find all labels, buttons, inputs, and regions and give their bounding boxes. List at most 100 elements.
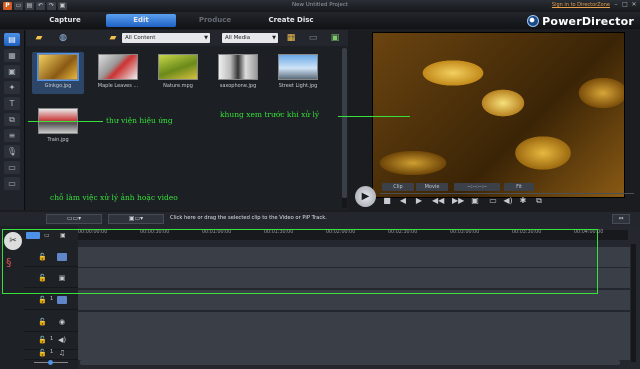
track-number: 1	[50, 296, 54, 302]
media-label: saxophone.jpg	[219, 83, 257, 89]
import-folder-icon[interactable]: ▰	[32, 33, 46, 43]
track-number: 1	[50, 336, 54, 342]
timeline-toolbar: ▭▭▾ ▣▭▾ Click here or drag the selected …	[0, 212, 640, 226]
timeline-horizontal-scrollbar[interactable]	[80, 360, 620, 365]
music-track: 🔓 1 ♫	[24, 346, 630, 360]
preview-video	[372, 32, 625, 198]
media-filter-dropdown[interactable]: All Media ▼	[222, 33, 278, 43]
media-room-button[interactable]: ▤	[4, 33, 20, 46]
media-thumbnail	[37, 53, 79, 81]
media-item[interactable]: Street Light.jpg	[272, 54, 324, 89]
fit-dropdown[interactable]: Fit	[504, 183, 534, 191]
fast-forward-icon[interactable]: ▶▶	[452, 196, 464, 206]
tab-produce[interactable]: Produce	[180, 14, 250, 27]
annotation-line	[338, 116, 410, 117]
next-frame-icon[interactable]: ▶	[414, 196, 424, 206]
effect-track-icon: ◉	[58, 318, 66, 326]
chevron-down-icon: ▼	[204, 35, 208, 41]
settings-icon[interactable]: ✱	[518, 196, 528, 206]
chevron-down-icon: ▼	[272, 35, 276, 41]
library-scrollbar[interactable]	[342, 48, 347, 208]
media-item[interactable]: Ginkgo.jpg	[32, 52, 84, 94]
sort-icon[interactable]: ▭	[306, 33, 320, 43]
seek-bar[interactable]	[380, 193, 634, 194]
brand-name: PowerDirector	[542, 14, 634, 28]
transition-room-button[interactable]: ⧉	[4, 113, 20, 126]
media-filter-value: All Media	[225, 35, 251, 41]
maximize-button[interactable]: □	[621, 1, 629, 9]
play-button[interactable]: ▶	[355, 186, 376, 207]
brand: PowerDirector	[527, 14, 634, 28]
minimize-button[interactable]: –	[612, 1, 620, 9]
voice-over-button[interactable]: 🎙	[4, 145, 20, 158]
stop-icon[interactable]: ■	[382, 196, 392, 206]
clip-mode-button[interactable]: Clip	[382, 183, 414, 191]
previous-frame-icon[interactable]: ◀	[398, 196, 408, 206]
tab-capture[interactable]: Capture	[30, 14, 100, 27]
media-item[interactable]: Nature.mpg	[152, 54, 204, 89]
brand-logo-icon	[527, 15, 540, 27]
timecode-display[interactable]: --:--:--:--	[454, 183, 500, 191]
undock-icon[interactable]: ⧉	[534, 196, 544, 206]
workarea-highlight	[2, 229, 598, 294]
media-label: Nature.mpg	[163, 83, 193, 89]
subtitle-room-button[interactable]: ▭	[4, 177, 20, 190]
chapter-room-button[interactable]: ▭	[4, 161, 20, 174]
lock-icon[interactable]: 🔓	[38, 318, 47, 326]
mode-bar: Capture Edit Produce Create Disc PowerDi…	[0, 12, 640, 29]
title-bar: P ▭ ▤ ↶ ↷ ▣ New Untitled Project Sign in…	[0, 0, 640, 12]
rewind-icon[interactable]: ◀◀	[432, 196, 444, 206]
fit-timeline-button[interactable]: ⇔	[612, 214, 630, 224]
voice-track-icon: ◀)	[57, 336, 67, 344]
lock-icon[interactable]: 🔓	[38, 296, 47, 304]
snapshot-icon[interactable]: ▣	[470, 196, 480, 206]
pip-track-icon	[57, 296, 67, 304]
movie-mode-button[interactable]: Movie	[416, 183, 448, 191]
fx-room-button[interactable]: ▦	[4, 49, 20, 62]
lock-icon[interactable]: 🔓	[38, 349, 47, 357]
timeline-view-button[interactable]: ▭▭▾	[46, 214, 102, 224]
close-button[interactable]: ✕	[630, 1, 638, 9]
signin-link[interactable]: Sign in to DirectorZone	[552, 2, 610, 8]
library-toolbar: ▰ ◍ ▰ All Content ▼ All Media ▼ ▦ ▭ ▣	[26, 30, 348, 46]
timeline-hint: Click here or drag the selected clip to …	[170, 215, 327, 221]
particle-room-button[interactable]: ✦	[4, 81, 20, 94]
content-filter-dropdown[interactable]: All Content ▼	[122, 33, 210, 43]
window-title: New Untitled Project	[291, 2, 349, 8]
view-grid-icon[interactable]: ▦	[284, 33, 298, 43]
title-room-button[interactable]: T	[4, 97, 20, 110]
media-thumbnail	[158, 54, 198, 80]
effect-track: 🔓 ◉	[24, 312, 630, 332]
tab-create-disc[interactable]: Create Disc	[256, 14, 326, 27]
zoom-slider[interactable]	[30, 360, 70, 365]
monitor-icon[interactable]: ▭	[488, 196, 498, 206]
lock-icon[interactable]: 🔓	[38, 336, 47, 344]
music-track-icon: ♫	[58, 349, 66, 357]
media-item[interactable]: Train.jpg	[32, 108, 84, 143]
media-library: ▰ ◍ ▰ All Content ▼ All Media ▼ ▦ ▭ ▣ Gink…	[26, 30, 348, 210]
download-icon[interactable]: ▣	[328, 33, 342, 43]
tab-edit[interactable]: Edit	[106, 14, 176, 27]
timeline-vertical-scrollbar[interactable]	[631, 244, 636, 362]
track-body[interactable]	[78, 312, 630, 332]
media-label: Street Light.jpg	[278, 83, 318, 89]
audio-mixing-button[interactable]: ≡	[4, 129, 20, 142]
globe-icon[interactable]: ◍	[56, 33, 70, 43]
workarea-annotation: chỗ làm việc xử lý ảnh hoặc video	[50, 193, 178, 202]
library-annotation: thư viện hiệu ứng	[106, 116, 173, 125]
volume-icon[interactable]: ◀)	[503, 196, 513, 206]
content-filter-value: All Content	[125, 35, 156, 41]
media-item[interactable]: Maple Leaves ...	[92, 54, 144, 89]
filter-folder-icon[interactable]: ▰	[106, 33, 120, 43]
track-number: 1	[50, 349, 54, 355]
media-label: Train.jpg	[47, 137, 69, 143]
track-body[interactable]	[78, 346, 630, 360]
media-label: Maple Leaves ...	[97, 83, 139, 89]
pip-room-button[interactable]: ▣	[4, 65, 20, 78]
annotation-line	[28, 121, 103, 122]
media-thumbnail	[218, 54, 258, 80]
media-thumbnail	[98, 54, 138, 80]
media-label: Ginkgo.jpg	[44, 83, 72, 89]
media-item[interactable]: saxophone.jpg	[212, 54, 264, 89]
storyboard-view-button[interactable]: ▣▭▾	[108, 214, 164, 224]
